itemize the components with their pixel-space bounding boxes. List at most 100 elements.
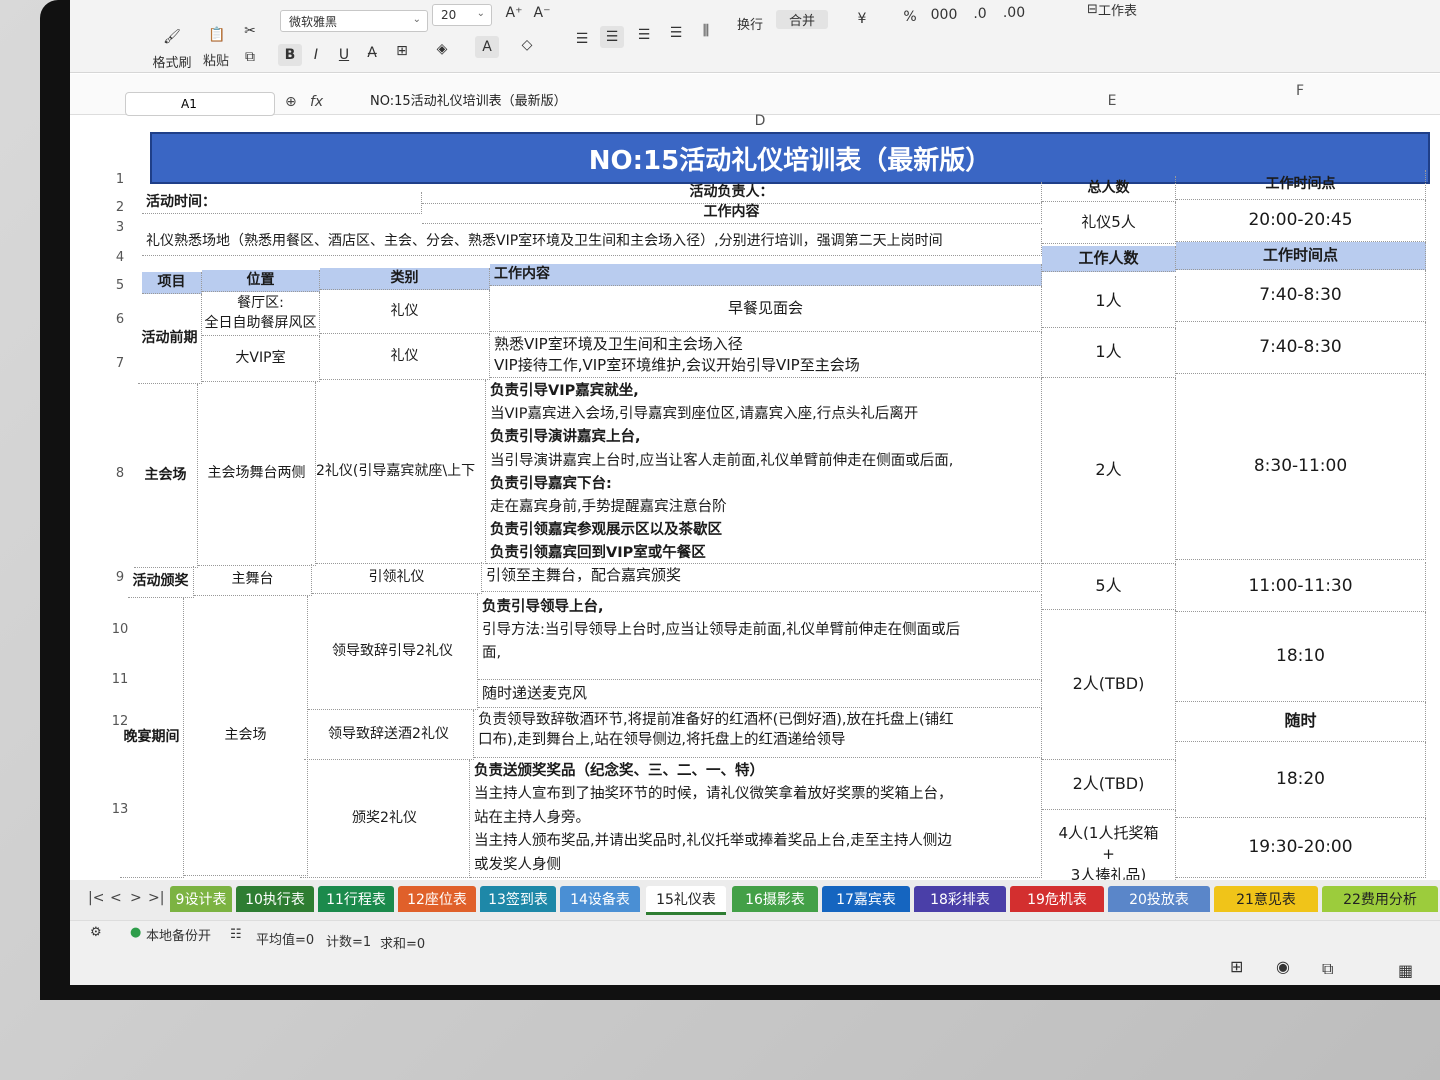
tab-16[interactable]: 16摄影表 bbox=[732, 886, 818, 912]
increase-font-icon[interactable]: A⁺ bbox=[502, 2, 526, 24]
evening-location[interactable]: 主会场 bbox=[184, 596, 308, 876]
tab-15-active[interactable]: 15礼仪表 bbox=[646, 886, 726, 915]
clear-format-icon[interactable]: ◇ bbox=[515, 34, 539, 56]
font-name-select[interactable]: 微软雅黑 ⌄ bbox=[280, 10, 428, 32]
format-painter-icon[interactable]: 🖌 bbox=[160, 26, 184, 48]
r6-content[interactable]: 早餐见面会 bbox=[490, 286, 1042, 332]
align-center-icon[interactable]: ☰ bbox=[600, 26, 624, 48]
local-backup-status[interactable]: 本地备份开 bbox=[146, 925, 211, 944]
r12-content[interactable]: 负责领导致辞敬酒环节,将提前准备好的红酒杯(已倒好酒),放在托盘上(铺红 口布)… bbox=[474, 708, 1042, 758]
header-category[interactable]: 类别 bbox=[320, 268, 490, 290]
header-content[interactable]: 工作内容 bbox=[490, 264, 1042, 286]
r9-time[interactable]: 11:00-11:30 bbox=[1176, 562, 1426, 612]
activity-owner-label[interactable]: 活动负责人： bbox=[422, 182, 1042, 204]
strikethrough-icon[interactable]: A̶ bbox=[360, 42, 384, 64]
name-box[interactable]: A1 bbox=[125, 92, 275, 116]
bold-button[interactable]: B bbox=[278, 44, 302, 66]
tab-19[interactable]: 19危机表 bbox=[1010, 886, 1104, 912]
r8-time[interactable]: 8:30-11:00 bbox=[1176, 374, 1426, 560]
worksheet-button[interactable]: ⊟ 工作表 bbox=[1062, 0, 1162, 19]
tab-20[interactable]: 20投放表 bbox=[1108, 886, 1210, 912]
time-point-value[interactable]: 20:00-20:45 bbox=[1176, 200, 1426, 242]
r7-category[interactable]: 礼仪 bbox=[320, 334, 490, 380]
zoom-icon[interactable]: ⊕ bbox=[285, 94, 297, 110]
row-header-4[interactable]: 4 bbox=[100, 246, 140, 268]
font-size-select[interactable]: 20 ⌄ bbox=[432, 4, 492, 26]
main-venue-label[interactable]: 主会场 bbox=[134, 384, 198, 568]
r6-location[interactable]: 餐厅区: 全日自助餐屏风区 bbox=[202, 292, 320, 336]
merge-button[interactable]: 合并 bbox=[776, 10, 828, 29]
work-content-label[interactable]: 工作内容 bbox=[422, 202, 1042, 224]
header-location[interactable]: 位置 bbox=[202, 270, 320, 292]
paste-label[interactable]: 粘贴 bbox=[196, 50, 236, 69]
r11-content[interactable]: 随时递送麦克风 bbox=[478, 680, 1042, 708]
fx-icon[interactable]: fx bbox=[310, 94, 323, 110]
r12-time-any[interactable]: 随时 bbox=[1176, 702, 1426, 742]
justify-icon[interactable]: ☰ bbox=[664, 22, 688, 44]
first-sheet-icon[interactable]: |< bbox=[88, 890, 104, 906]
increase-decimal-icon[interactable]: .0 bbox=[968, 3, 992, 25]
tab-10[interactable]: 10执行表 bbox=[236, 886, 314, 912]
row-header-6[interactable]: 6 bbox=[100, 308, 140, 330]
tab-9[interactable]: 9设计表 bbox=[170, 886, 232, 912]
decrease-decimal-icon[interactable]: .00 bbox=[1002, 2, 1026, 24]
r7-location[interactable]: 大VIP室 bbox=[202, 336, 320, 382]
row-header-7[interactable]: 7 bbox=[100, 352, 140, 374]
r6-time[interactable]: 7:40-8:30 bbox=[1176, 270, 1426, 322]
italic-button[interactable]: I bbox=[304, 44, 328, 66]
r12-category[interactable]: 领导致辞送酒2礼仪 bbox=[304, 710, 474, 760]
row-header-2[interactable]: 2 bbox=[100, 196, 140, 218]
border-icon[interactable]: ⊞ bbox=[390, 40, 414, 62]
r9-category[interactable]: 引领礼仪 bbox=[312, 562, 482, 594]
tab-11[interactable]: 11行程表 bbox=[318, 886, 394, 912]
tab-21[interactable]: 21意见表 bbox=[1214, 886, 1318, 912]
copy-icon[interactable]: ⧉ bbox=[238, 46, 262, 68]
layout-icon[interactable]: ⧉ bbox=[1322, 959, 1333, 979]
fill-color-icon[interactable]: ◈ bbox=[430, 38, 454, 60]
r9-content[interactable]: 引领至主舞台，配合嘉宾颁奖 bbox=[482, 560, 1042, 592]
paste-icon[interactable]: 📋 bbox=[205, 24, 229, 46]
time-point-label[interactable]: 工作时间点 bbox=[1176, 170, 1426, 200]
tab-18[interactable]: 18彩排表 bbox=[914, 886, 1006, 912]
underline-button[interactable]: U bbox=[332, 44, 356, 66]
align-left-icon[interactable]: ☰ bbox=[570, 28, 594, 50]
r10-category[interactable]: 领导致辞引导2礼仪 bbox=[308, 594, 478, 710]
venue-familiarization[interactable]: 礼仪熟悉场地（熟悉用餐区、酒店区、主会、分会、熟悉VIP室环境及卫生间和主会场入… bbox=[142, 228, 1042, 256]
distribute-icon[interactable]: ⫼ bbox=[694, 20, 718, 42]
r8-category[interactable]: 2礼仪(引导嘉宾就座\上下 bbox=[316, 380, 486, 564]
r9-count[interactable]: 5人 bbox=[1042, 564, 1176, 610]
next-sheet-icon[interactable]: > bbox=[130, 890, 142, 906]
column-header-d[interactable]: D bbox=[730, 110, 790, 132]
thousands-icon[interactable]: 000 bbox=[931, 4, 958, 26]
format-painter-label[interactable]: 格式刷 bbox=[150, 52, 194, 71]
r8-count[interactable]: 2人 bbox=[1042, 378, 1176, 564]
total-count-value[interactable]: 礼仪5人 bbox=[1042, 202, 1176, 244]
normal-view-icon[interactable]: ⊞ bbox=[1230, 957, 1243, 976]
row-header-1[interactable]: 1 bbox=[100, 168, 140, 190]
align-right-icon[interactable]: ☰ bbox=[632, 24, 656, 46]
award-label[interactable]: 活动颁奖 bbox=[128, 566, 194, 598]
r10-content[interactable]: 负责引导领导上台, 引导方法:当引导领导上台时,应当让领导走前面,礼仪单臂前伸走… bbox=[478, 594, 1042, 680]
r7-time[interactable]: 7:40-8:30 bbox=[1176, 322, 1426, 374]
r13-content[interactable]: 负责送颁奖奖品（纪念奖、三、二、一、特） 当主持人宣布到了抽奖环节的时候，请礼仪… bbox=[470, 758, 1042, 878]
evening-label[interactable]: 晚宴期间 bbox=[120, 598, 184, 878]
column-header-e[interactable]: E bbox=[1082, 90, 1142, 112]
wrap-text-button[interactable]: 换行 bbox=[728, 14, 772, 33]
r6-count[interactable]: 1人 bbox=[1042, 276, 1176, 328]
currency-icon[interactable]: ¥ bbox=[850, 8, 874, 30]
r10-time[interactable]: 18:10 bbox=[1176, 612, 1426, 702]
decrease-font-icon[interactable]: A⁻ bbox=[530, 2, 554, 24]
row-header-5[interactable]: 5 bbox=[100, 274, 140, 296]
tab-17[interactable]: 17嘉宾表 bbox=[822, 886, 910, 912]
tab-12[interactable]: 12座位表 bbox=[398, 886, 476, 912]
percent-icon[interactable]: % bbox=[898, 6, 922, 28]
column-header-f[interactable]: F bbox=[1270, 80, 1330, 102]
eye-icon[interactable]: ◉ bbox=[1276, 957, 1290, 976]
r8-location[interactable]: 主会场舞台两侧 bbox=[198, 382, 316, 566]
r12-time[interactable]: 18:20 bbox=[1176, 742, 1426, 818]
tab-14[interactable]: 14设备表 bbox=[560, 886, 640, 912]
font-color-icon[interactable]: A bbox=[475, 36, 499, 58]
cut-icon[interactable]: ✂ bbox=[238, 20, 262, 42]
r6-category[interactable]: 礼仪 bbox=[320, 290, 490, 334]
r13-category[interactable]: 颁奖2礼仪 bbox=[300, 760, 470, 878]
